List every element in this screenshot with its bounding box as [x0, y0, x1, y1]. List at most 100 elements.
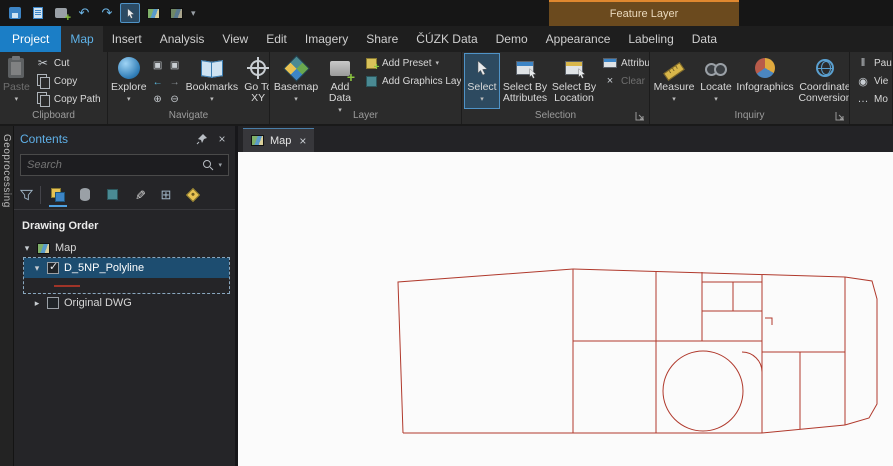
- group-label-layer: Layer: [352, 110, 378, 121]
- list-by-labeling-tab[interactable]: [183, 183, 203, 207]
- layer-visibility-checkbox[interactable]: [47, 297, 59, 309]
- list-by-editing-tab[interactable]: [129, 183, 149, 207]
- view-tab-map[interactable]: Map: [243, 128, 315, 152]
- group-label-inquiry: Inquiry: [734, 110, 765, 121]
- tab-imagery[interactable]: Imagery: [296, 26, 357, 52]
- attributes-button[interactable]: Attributes: [600, 54, 649, 72]
- copy-path-icon: [36, 92, 50, 107]
- tab-appearance[interactable]: Appearance: [537, 26, 620, 52]
- snapping-icon: [161, 187, 172, 203]
- fixed-zoom-in-icon[interactable]: [150, 91, 166, 107]
- select-tool-icon[interactable]: [120, 3, 140, 23]
- pencil-icon: [131, 189, 147, 200]
- contents-tab-strip: [14, 180, 235, 210]
- pin-glyph: [196, 134, 207, 145]
- collapse-caret-icon[interactable]: [32, 298, 42, 309]
- filter-icon[interactable]: [20, 189, 33, 201]
- scene-pane-icon[interactable]: [166, 3, 186, 23]
- save-icon[interactable]: [5, 3, 25, 23]
- fixed-extent-icon[interactable]: [167, 57, 183, 73]
- cut-button[interactable]: Cut: [33, 54, 104, 72]
- more-icon: [856, 92, 870, 106]
- add-data-icon[interactable]: [51, 3, 71, 24]
- map-node-label: Map: [55, 242, 77, 254]
- layer-symbol-row[interactable]: [24, 278, 229, 293]
- geoprocessing-dock-tab[interactable]: Geoprocessing: [0, 126, 14, 466]
- tab-labeling[interactable]: Labeling: [619, 26, 682, 52]
- tab-project[interactable]: Project: [0, 26, 62, 52]
- expand-caret-icon[interactable]: [32, 263, 42, 274]
- tab-edit[interactable]: Edit: [257, 26, 296, 52]
- open-project-icon[interactable]: [28, 3, 48, 23]
- add-preset-button[interactable]: Add Preset: [361, 54, 458, 73]
- list-by-drawing-order-tab[interactable]: [48, 183, 68, 207]
- tree-item-d5np-polyline[interactable]: D_5NP_Polyline: [24, 258, 229, 278]
- scene-glyph: [169, 7, 183, 19]
- copy-path-button[interactable]: Copy Path: [33, 90, 104, 108]
- qat-customize-icon[interactable]: [191, 8, 196, 19]
- full-extent-icon[interactable]: [150, 57, 166, 73]
- clear-button[interactable]: Clear: [600, 72, 646, 90]
- locate-button[interactable]: Locate: [698, 54, 734, 108]
- contents-title: Contents: [20, 132, 69, 146]
- list-by-data-source-tab[interactable]: [75, 183, 95, 207]
- close-view-icon[interactable]: [299, 134, 306, 148]
- map-canvas[interactable]: [238, 152, 893, 466]
- group-label-clipboard: Clipboard: [32, 110, 75, 121]
- more-button[interactable]: Mo: [853, 90, 889, 108]
- select-by-attributes-button[interactable]: Select By Attributes: [502, 54, 548, 108]
- line-symbol: [54, 284, 80, 287]
- measure-button[interactable]: Measure: [653, 54, 695, 108]
- tab-share[interactable]: Share: [357, 26, 407, 52]
- undo-icon[interactable]: [74, 3, 94, 23]
- data-source-icon: [80, 188, 90, 201]
- map-pane-icon[interactable]: [143, 3, 163, 23]
- tab-view[interactable]: View: [213, 26, 257, 52]
- close-pane-icon[interactable]: [215, 132, 229, 146]
- tab-cuzk-data[interactable]: ČÚZK Data: [407, 26, 486, 52]
- explore-icon: [117, 57, 140, 79]
- navigate-tool-grid: [150, 57, 183, 107]
- view-tab-bar: Map: [238, 126, 893, 152]
- tab-demo[interactable]: Demo: [487, 26, 537, 52]
- go-to-xy-button[interactable]: Go To XY: [241, 54, 269, 108]
- list-by-selection-tab[interactable]: [102, 183, 122, 207]
- search-options-caret-icon[interactable]: [218, 161, 222, 169]
- list-by-snapping-tab[interactable]: [156, 183, 176, 207]
- inquiry-dialog-launcher-icon[interactable]: [835, 111, 846, 122]
- infographics-button[interactable]: Infographics: [736, 54, 794, 108]
- drawing-order-heading: Drawing Order: [22, 220, 99, 232]
- coordinate-conversion-button[interactable]: Coordinate Conversion: [796, 54, 849, 108]
- expand-caret-icon[interactable]: [22, 243, 32, 254]
- previous-extent-icon[interactable]: [150, 74, 166, 90]
- document-glyph: [33, 7, 43, 19]
- tab-insert[interactable]: Insert: [103, 26, 151, 52]
- copy-button[interactable]: Copy: [33, 72, 104, 90]
- pause-button[interactable]: Pau: [853, 54, 892, 72]
- layer-visibility-checkbox[interactable]: [47, 260, 59, 274]
- explore-button[interactable]: Explore: [111, 54, 147, 108]
- fixed-zoom-out-icon[interactable]: [167, 91, 183, 107]
- select-button[interactable]: Select: [464, 53, 500, 109]
- select-by-location-button[interactable]: Select By Location: [551, 54, 597, 108]
- add-data-button[interactable]: Add Data: [322, 54, 358, 108]
- map-glyph: [146, 7, 160, 19]
- selection-dialog-launcher-icon[interactable]: [635, 111, 646, 122]
- view-unplaced-button[interactable]: Vie: [853, 72, 889, 90]
- paste-button[interactable]: Paste: [3, 54, 30, 108]
- basemap-button[interactable]: Basemap: [273, 54, 319, 108]
- tree-item-original-dwg[interactable]: Original DWG: [14, 293, 235, 313]
- pin-icon[interactable]: [195, 132, 209, 146]
- search-input[interactable]: [27, 159, 199, 171]
- redo-icon[interactable]: [97, 3, 117, 23]
- map-node-icon: [37, 242, 50, 254]
- tab-data[interactable]: Data: [683, 26, 726, 52]
- next-extent-icon[interactable]: [167, 74, 183, 90]
- tab-map[interactable]: Map: [61, 26, 103, 52]
- add-graphics-layer-button[interactable]: Add Graphics Layer: [361, 72, 461, 90]
- tab-analysis[interactable]: Analysis: [151, 26, 214, 52]
- copy-icon: [36, 74, 50, 89]
- search-icon[interactable]: [202, 159, 214, 171]
- bookmarks-button[interactable]: Bookmarks: [186, 54, 239, 108]
- tree-item-map[interactable]: Map: [14, 238, 235, 258]
